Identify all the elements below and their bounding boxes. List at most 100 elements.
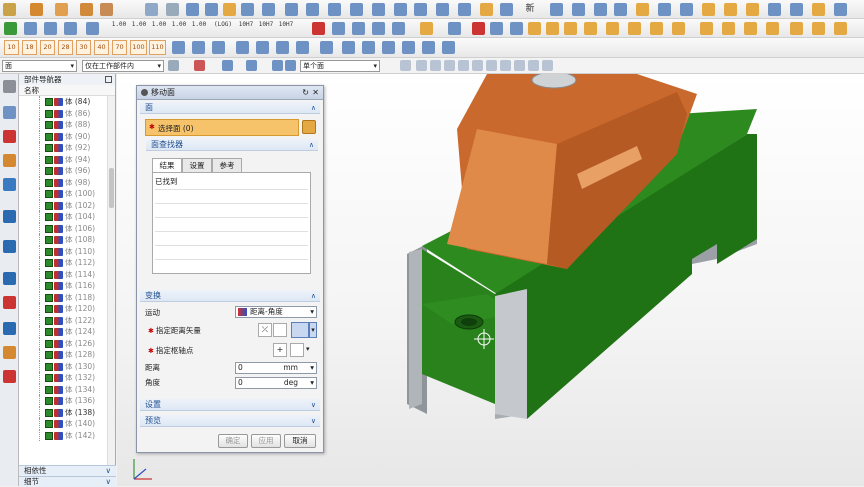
navigator-row[interactable]: 体 (120)	[19, 303, 115, 315]
diameter-icon[interactable]	[352, 22, 365, 35]
top-bore-hole[interactable]	[531, 74, 577, 89]
curve-icon[interactable]	[414, 3, 427, 16]
circle-number-100[interactable]: 100	[130, 40, 147, 55]
visibility-checkbox[interactable]	[45, 259, 53, 267]
visibility-checkbox[interactable]	[45, 109, 53, 118]
ribbon-icon[interactable]	[510, 22, 523, 35]
circle-number-110[interactable]: 110	[149, 40, 166, 55]
no-entry-icon[interactable]	[472, 22, 485, 35]
pillar-left[interactable]	[409, 249, 422, 409]
visibility-checkbox[interactable]	[45, 431, 53, 440]
visibility-checkbox[interactable]	[45, 201, 53, 210]
assembly-navigator-icon[interactable]	[3, 106, 16, 119]
dim-angle-icon[interactable]	[276, 41, 289, 54]
chevron-down-icon[interactable]: ∨	[311, 399, 316, 411]
extend-icon[interactable]	[328, 3, 341, 16]
arrow-up-icon[interactable]	[500, 3, 513, 16]
chevron-down-icon[interactable]: ∨	[311, 415, 316, 427]
found-faces-list[interactable]: 已找到	[152, 172, 311, 274]
plane-icon[interactable]	[680, 3, 693, 16]
leader-icon[interactable]	[320, 41, 333, 54]
web-browser-icon[interactable]	[3, 210, 16, 223]
vector-reverse-icon[interactable]: ⤫	[258, 323, 272, 337]
vector-dropdown-icon[interactable]: ▾	[309, 322, 317, 338]
navigator-row[interactable]: 体 (124)	[19, 326, 115, 338]
snap-point-icon[interactable]	[400, 60, 411, 71]
visibility-checkbox[interactable]	[45, 420, 53, 428]
navigator-row[interactable]: 体 (96)	[19, 165, 115, 177]
inferred-vector-icon[interactable]	[291, 322, 309, 338]
chevron-down-icon[interactable]: ∨	[106, 466, 112, 476]
xyz-icon[interactable]	[24, 22, 37, 35]
visibility-checkbox[interactable]	[45, 213, 53, 221]
tolerance-2[interactable]: 1.00	[130, 22, 148, 35]
filter-icon[interactable]	[168, 60, 179, 71]
split-icon[interactable]	[306, 3, 319, 16]
block-icon[interactable]	[766, 22, 779, 35]
sphere-icon[interactable]	[100, 3, 113, 16]
ok-button[interactable]: 确定	[218, 434, 248, 448]
dim-horizontal-icon[interactable]	[172, 41, 185, 54]
hide-icon[interactable]	[285, 60, 296, 71]
face-select-cube-icon[interactable]	[302, 120, 316, 134]
chevron-down-icon[interactable]: ▾	[310, 378, 314, 388]
fit-10h7-b[interactable]: 10H7	[256, 22, 276, 35]
face-icon[interactable]	[700, 22, 713, 35]
joint-icon[interactable]	[550, 3, 563, 16]
sew-icon[interactable]	[394, 3, 407, 16]
reuse-library-icon[interactable]	[3, 178, 16, 191]
navigator-row[interactable]: 体 (140)	[19, 418, 115, 430]
clock-icon[interactable]	[3, 272, 16, 285]
tilt-icon[interactable]	[744, 22, 757, 35]
cube-icon[interactable]	[564, 22, 577, 35]
navigator-row[interactable]: 体 (116)	[19, 280, 115, 292]
dialog-titlebar[interactable]: 移动面 ↻ ✕	[137, 86, 323, 100]
visibility-checkbox[interactable]	[45, 374, 53, 382]
visibility-checkbox[interactable]	[45, 270, 53, 279]
box-icon[interactable]	[30, 3, 43, 16]
snap-onface-icon[interactable]	[514, 60, 525, 71]
visibility-checkbox[interactable]	[45, 247, 53, 256]
datum-icon[interactable]	[382, 41, 395, 54]
cut-icon[interactable]	[448, 22, 461, 35]
flag-icon[interactable]	[614, 3, 627, 16]
motion-select[interactable]: 距离-角度 ▾	[235, 306, 317, 318]
solid-icon[interactable]	[528, 22, 541, 35]
select-all-icon[interactable]	[222, 60, 233, 71]
offset-icon[interactable]	[285, 3, 298, 16]
bridge-icon[interactable]	[372, 3, 385, 16]
navigator-row[interactable]: 体 (122)	[19, 314, 115, 326]
trim-icon[interactable]	[262, 3, 275, 16]
select-icon[interactable]	[194, 60, 205, 71]
section-preview[interactable]: 预览 ∨	[140, 415, 320, 427]
dim-chain-icon[interactable]	[256, 41, 269, 54]
visibility-checkbox[interactable]	[45, 236, 53, 244]
section-face-finder[interactable]: 面查找器 ∧	[146, 139, 318, 151]
chevron-up-icon[interactable]: ∧	[311, 290, 316, 302]
bracket-icon[interactable]	[746, 3, 759, 16]
process-studio-icon[interactable]	[3, 322, 16, 335]
snap-end-icon[interactable]	[416, 60, 427, 71]
stack-icon[interactable]	[420, 22, 433, 35]
tolerance-1[interactable]: 1.00	[110, 22, 128, 35]
visibility-checkbox[interactable]	[45, 385, 53, 394]
detail-panel[interactable]: 细节 ∨	[19, 476, 116, 487]
visibility-checkbox[interactable]	[45, 339, 53, 348]
show-icon[interactable]	[272, 60, 283, 71]
dialog-gear-icon[interactable]	[141, 89, 148, 96]
snap-bound-icon[interactable]	[528, 60, 539, 71]
tab-settings[interactable]: 设置	[182, 158, 212, 172]
l-bracket-icon[interactable]	[724, 3, 737, 16]
history-icon[interactable]	[3, 240, 16, 253]
visibility-checkbox[interactable]	[45, 121, 53, 129]
angle-measure-icon[interactable]	[64, 22, 77, 35]
select-face-row[interactable]: ✱ 选择面 (0)	[145, 119, 299, 136]
navigator-row[interactable]: 体 (138)	[19, 406, 115, 418]
mirror-icon[interactable]	[350, 3, 363, 16]
circle-number-10[interactable]: 10	[4, 40, 19, 55]
cylinder-icon[interactable]	[55, 3, 68, 16]
navigator-row[interactable]: 体 (86)	[19, 107, 115, 119]
visibility-checkbox[interactable]	[45, 362, 53, 371]
visibility-checkbox[interactable]	[45, 316, 53, 325]
return-icon[interactable]	[392, 22, 405, 35]
